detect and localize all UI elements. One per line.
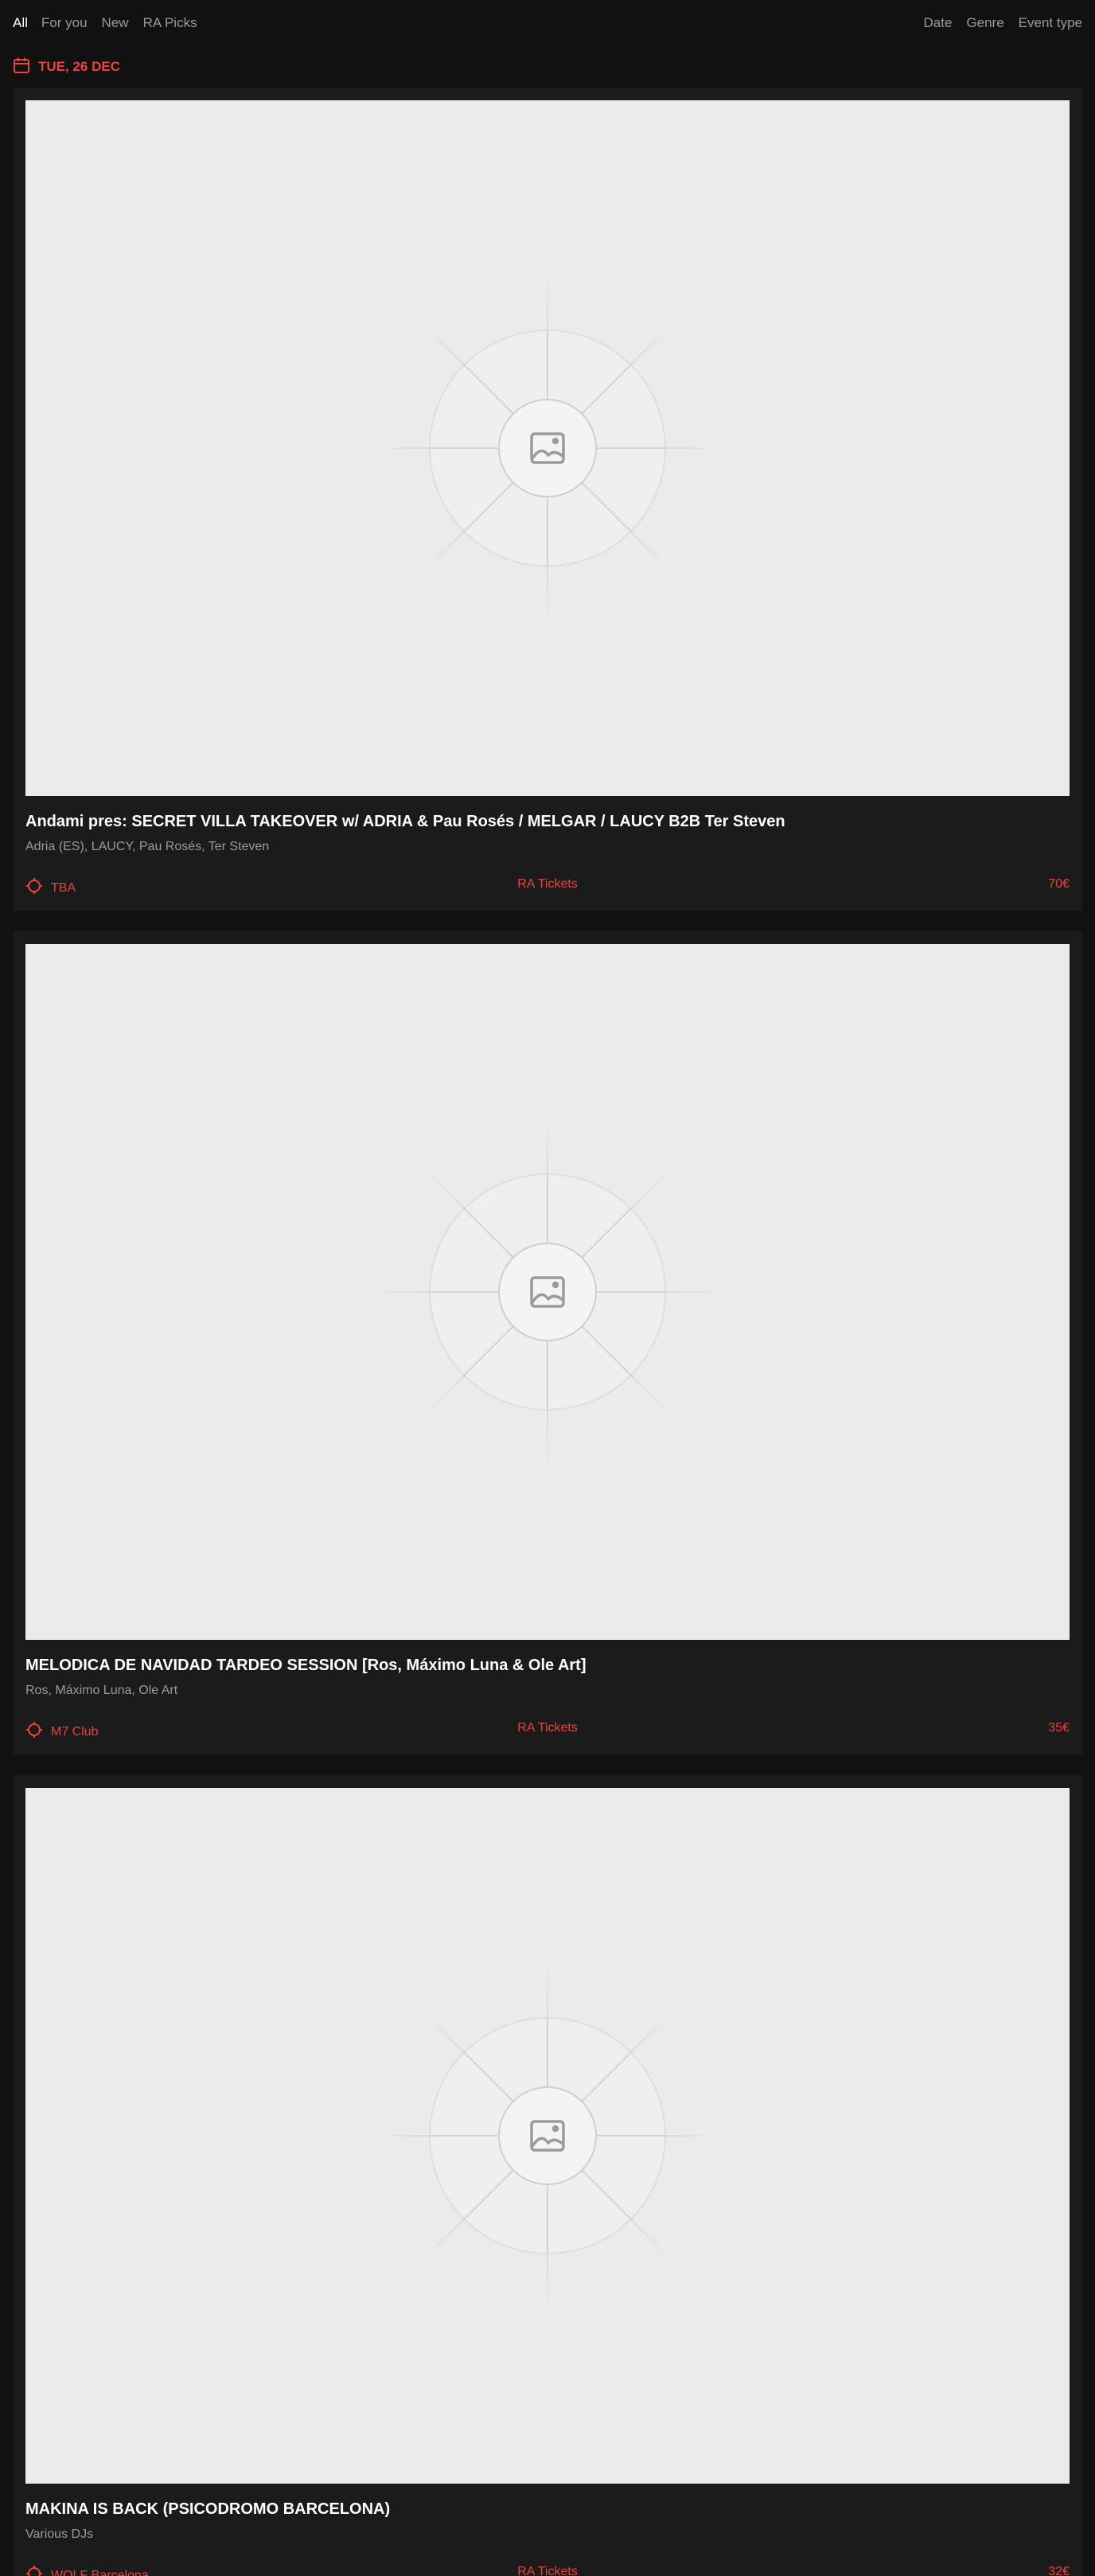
filter-bar: Date Genre Event type (910, 15, 1083, 31)
tab-for-you[interactable]: For you (41, 15, 88, 31)
event-price: 70€ (1048, 877, 1070, 891)
tab-ra-picks[interactable]: RA Picks (143, 15, 197, 31)
event-card[interactable]: MAKINA IS BACK (PSICODROMO BARCELONA) Va… (13, 1775, 1082, 2576)
nav-tabs: All For you New RA Picks (13, 15, 212, 31)
ra-tickets-link[interactable]: RA Tickets (517, 877, 578, 891)
event-image-placeholder[interactable] (25, 100, 1070, 796)
location-target-icon (25, 2565, 43, 2576)
event-footer: TBA RA Tickets 70€ (25, 855, 1070, 911)
event-card[interactable]: MELODICA DE NAVIDAD TARDEO SESSION [Ros,… (13, 931, 1082, 1754)
event-price: 32€ (1048, 2565, 1070, 2576)
location-target-icon (25, 877, 43, 899)
date-header: TUE, 26 DEC (0, 46, 1095, 88)
location-target-icon (25, 1721, 43, 1743)
ra-tickets-link[interactable]: RA Tickets (517, 2565, 578, 2576)
event-title[interactable]: MAKINA IS BACK (PSICODROMO BARCELONA) (25, 2500, 1070, 2519)
venue-link[interactable]: TBA (25, 877, 76, 899)
event-artists: Adria (ES), LAUCY, Pau Rosés, Ter Steven (25, 840, 270, 853)
venue-name: WOLF Barcelona (51, 2568, 149, 2576)
event-image-placeholder[interactable] (25, 1788, 1070, 2484)
date-label: TUE, 26 DEC (38, 59, 120, 74)
venue-name: M7 Club (51, 1724, 99, 1739)
tab-all[interactable]: All (13, 15, 28, 31)
event-artists: Various DJs (25, 2527, 94, 2541)
venue-name: TBA (51, 880, 76, 895)
venue-link[interactable]: WOLF Barcelona (25, 2565, 149, 2576)
event-footer: M7 Club RA Tickets 35€ (25, 1699, 1070, 1754)
event-footer: WOLF Barcelona RA Tickets 32€ (25, 2543, 1070, 2576)
filter-event-type[interactable]: Event type (1019, 15, 1082, 31)
venue-link[interactable]: M7 Club (25, 1721, 99, 1743)
event-image-placeholder[interactable] (25, 944, 1070, 1640)
tab-new[interactable]: New (102, 15, 129, 31)
calendar-icon (13, 57, 30, 78)
filter-date[interactable]: Date (924, 15, 953, 31)
filter-genre[interactable]: Genre (966, 15, 1003, 31)
ra-tickets-link[interactable]: RA Tickets (517, 1721, 578, 1735)
event-card[interactable]: Andami pres: SECRET VILLA TAKEOVER w/ AD… (13, 88, 1082, 911)
event-title[interactable]: MELODICA DE NAVIDAD TARDEO SESSION [Ros,… (25, 1656, 1070, 1675)
event-title[interactable]: Andami pres: SECRET VILLA TAKEOVER w/ AD… (25, 812, 1070, 831)
event-artists: Ros, Máximo Luna, Ole Art (25, 1684, 178, 1697)
event-price: 35€ (1048, 1721, 1070, 1735)
top-navigation: All For you New RA Picks Date Genre Even… (0, 0, 1095, 46)
